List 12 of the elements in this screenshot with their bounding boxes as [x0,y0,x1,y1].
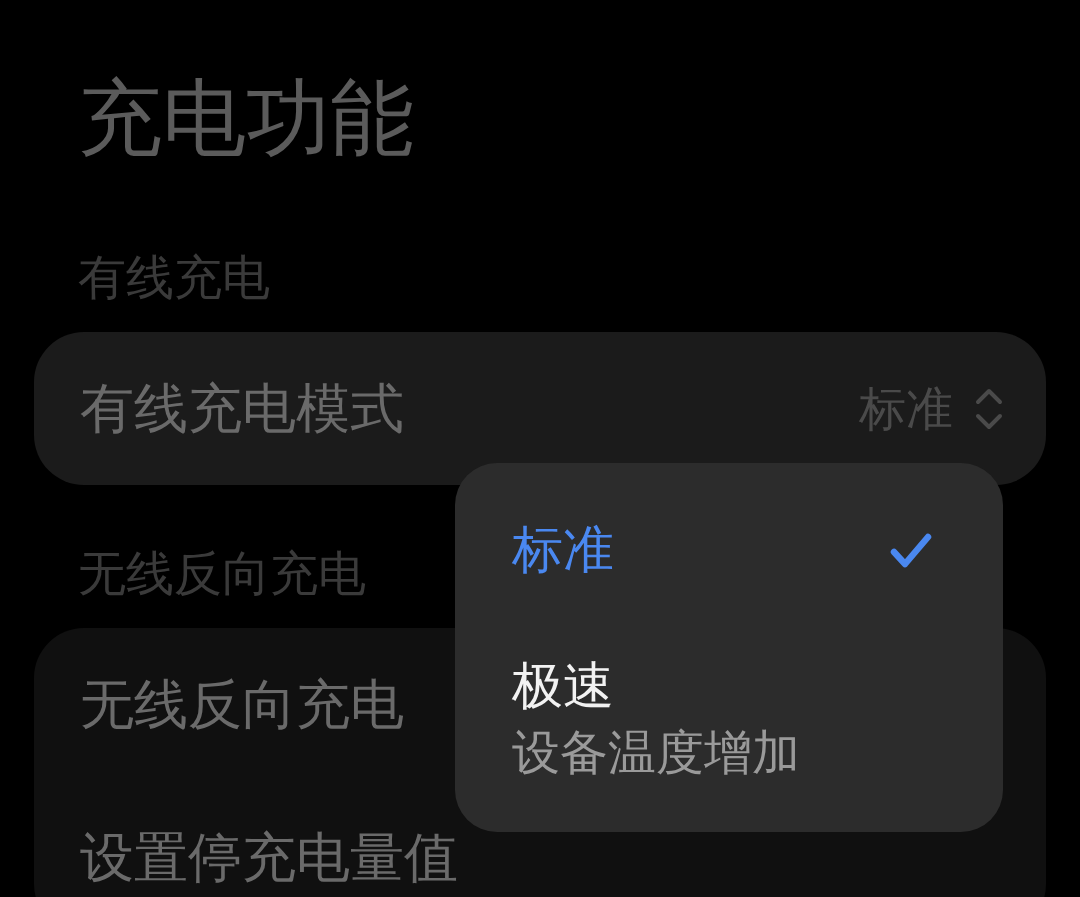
setting-label[interactable]: 无线反向充电 [80,672,404,737]
option-description: 设备温度增加 [512,723,800,782]
setting-label[interactable]: 设置停充电量值 [80,825,458,890]
menu-option[interactable]: 标准 [512,513,932,587]
chevron-up-down-icon [975,387,1003,430]
option-label: 标准 [512,519,614,581]
option-label: 极速 [512,655,615,717]
menu-option[interactable]: 极速 设备温度增加 [512,654,932,782]
section-header: 无线反向充电 [78,544,366,603]
page-title: 充电功能 [78,68,414,168]
section-header: 有线充电 [78,248,270,307]
setting-label: 有线充电模式 [80,376,404,441]
